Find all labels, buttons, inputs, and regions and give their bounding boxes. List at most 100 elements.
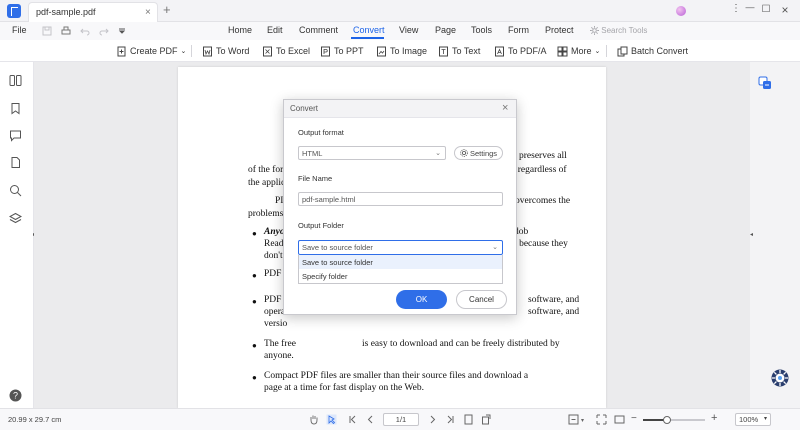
to-ppt-label: To PPT (334, 46, 364, 56)
file-menu[interactable]: File (12, 25, 27, 35)
zoom-select[interactable]: 100% ▾ (735, 413, 771, 426)
to-image-button[interactable]: To Image (376, 44, 427, 58)
undo-icon[interactable] (80, 26, 90, 36)
minimize-icon[interactable]: — (744, 2, 756, 12)
select-tool-icon[interactable] (326, 414, 337, 425)
attachment-icon[interactable] (9, 156, 23, 170)
dialog-close-icon[interactable]: × (502, 102, 508, 114)
ai-tool-icon[interactable] (758, 76, 772, 90)
fit-width-icon[interactable] (596, 414, 607, 425)
to-excel-button[interactable]: To Excel (262, 44, 310, 58)
tab-edit[interactable]: Edit (267, 25, 283, 35)
pdf-line: page at a time for fast display on the W… (264, 383, 424, 393)
dialog-header: Convert × (284, 100, 516, 118)
to-word-button[interactable]: To Word (202, 44, 249, 58)
rotate-icon[interactable] (481, 414, 492, 425)
convert-toolbar: Create PDF ⌄ To Word To Excel To PPT To … (0, 40, 800, 62)
menu-dots-icon[interactable]: ⋮ (730, 3, 742, 14)
expand-right-panel-icon[interactable]: ◂ (750, 231, 753, 238)
bullet: ● (252, 297, 257, 306)
folder-option-source[interactable]: Save to source folder (299, 255, 502, 269)
settings-button[interactable]: Settings (454, 146, 503, 160)
chevron-down-icon: ▾ (763, 416, 767, 422)
next-page-icon[interactable] (427, 414, 438, 425)
search-tools-placeholder: Search Tools (601, 26, 648, 35)
last-page-icon[interactable] (445, 414, 456, 425)
pdf-line: of the for (248, 165, 284, 175)
search-tools[interactable]: Search Tools (590, 26, 648, 36)
tab-page[interactable]: Page (435, 25, 456, 35)
tab-comment[interactable]: Comment (299, 25, 338, 35)
bullet: ● (252, 341, 257, 350)
to-pdfa-label: To PDF/A (508, 46, 547, 56)
tab-home[interactable]: Home (228, 25, 252, 35)
to-text-label: To Text (452, 46, 481, 56)
page-indicator: 1/1 (395, 415, 407, 424)
chevron-down-icon: ⌄ (435, 150, 441, 157)
bullet: ● (252, 229, 257, 238)
assistant-icon[interactable] (771, 369, 789, 387)
ok-button[interactable]: OK (396, 290, 447, 309)
ppt-file-icon (320, 46, 331, 57)
pdfa-file-icon (494, 46, 505, 57)
toolbar-divider (191, 45, 192, 57)
close-window-icon[interactable]: × (779, 3, 791, 17)
first-page-icon[interactable] (347, 414, 358, 425)
cancel-button[interactable]: Cancel (456, 290, 507, 309)
print-icon[interactable] (61, 26, 71, 36)
convert-dialog: Convert × Output format HTML ⌄ Settings … (283, 99, 517, 315)
output-folder-select[interactable]: Save to source folder ⌄ (298, 240, 503, 255)
to-ppt-button[interactable]: To PPT (320, 44, 364, 58)
gear-icon (460, 149, 468, 157)
to-text-button[interactable]: To Text (438, 44, 480, 58)
chevron-down-icon[interactable]: ▾ (581, 417, 584, 424)
excel-file-icon (262, 46, 273, 57)
new-tab-icon[interactable]: + (163, 3, 171, 16)
zoom-in-icon[interactable]: + (711, 412, 717, 424)
thumbnails-icon[interactable] (9, 74, 23, 88)
tab-close-icon[interactable]: × (145, 7, 151, 18)
pdf-line: t preserves all (514, 151, 567, 161)
pdf-line: s because they (513, 239, 568, 249)
fullscreen-icon[interactable] (614, 414, 625, 425)
redo-icon[interactable] (99, 26, 109, 36)
bullet: ● (252, 373, 257, 382)
pdf-line: PDF (264, 295, 282, 305)
zoom-slider[interactable] (643, 416, 705, 424)
text-file-icon (438, 46, 449, 57)
document-tab[interactable]: pdf-sample.pdf × (28, 2, 158, 22)
page-number-input[interactable]: 1/1 (383, 413, 419, 426)
tab-tools[interactable]: Tools (471, 25, 492, 35)
hand-tool-icon[interactable] (308, 414, 319, 425)
file-name-input[interactable]: pdf-sample.html (298, 192, 503, 206)
fit-page-icon[interactable] (463, 414, 474, 425)
folder-option-specify[interactable]: Specify folder (299, 269, 502, 283)
search-icon[interactable] (9, 184, 23, 198)
create-pdf-button[interactable]: Create PDF ⌄ (116, 44, 186, 58)
page-view-icon[interactable] (568, 414, 579, 425)
user-avatar[interactable] (676, 6, 686, 16)
tab-convert[interactable]: Convert (353, 25, 385, 35)
dialog-title: Convert (290, 104, 319, 113)
maximize-icon[interactable]: ☐ (760, 4, 772, 15)
layers-icon[interactable] (9, 212, 23, 226)
to-pdfa-button[interactable]: To PDF/A (494, 44, 547, 58)
more-button[interactable]: More ⌄ (557, 44, 600, 58)
output-folder-value: Save to source folder (302, 243, 373, 252)
prev-page-icon[interactable] (365, 414, 376, 425)
help-icon[interactable]: ? (9, 389, 23, 403)
zoom-slider-thumb[interactable] (662, 416, 671, 424)
tab-form[interactable]: Form (508, 25, 529, 35)
tab-view[interactable]: View (399, 25, 418, 35)
tab-protect[interactable]: Protect (545, 25, 574, 35)
more-label: More (571, 46, 592, 56)
comment-icon[interactable] (9, 129, 23, 143)
to-image-label: To Image (390, 46, 428, 56)
bookmark-icon[interactable] (9, 102, 23, 116)
quick-access-dropdown-icon[interactable] (117, 26, 127, 36)
save-icon[interactable] (42, 26, 52, 36)
zoom-out-icon[interactable]: − (631, 413, 637, 424)
output-format-select[interactable]: HTML ⌄ (298, 146, 446, 160)
to-excel-label: To Excel (276, 46, 311, 56)
batch-convert-button[interactable]: Batch Convert (617, 44, 688, 58)
